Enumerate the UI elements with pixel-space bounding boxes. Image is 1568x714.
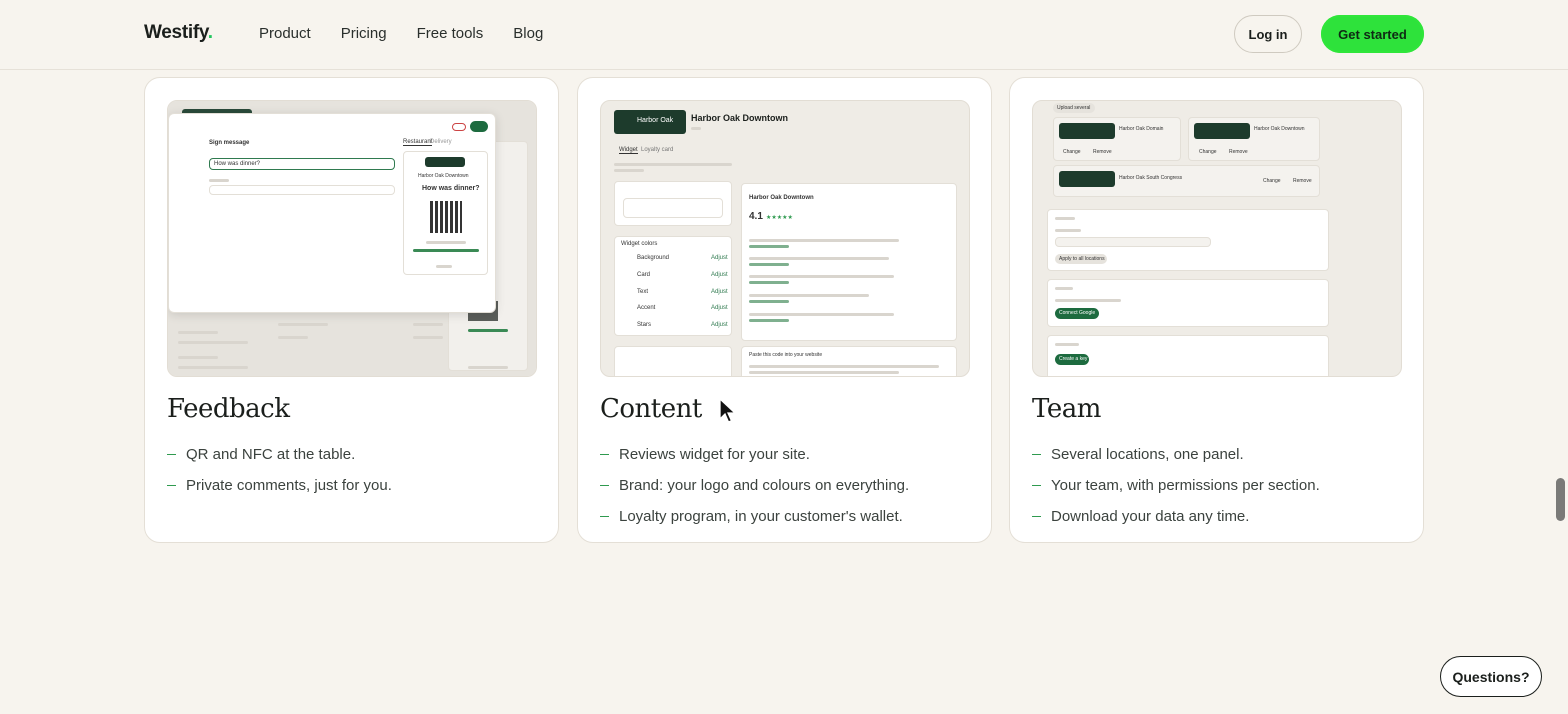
feature-list-team: Several locations, one panel. Your team,… (1032, 439, 1320, 532)
nav-blog[interactable]: Blog (513, 25, 543, 42)
preview-color-row: Text (637, 289, 649, 295)
nav-product[interactable]: Product (259, 25, 311, 42)
preview-adjust-link: Adjust (711, 289, 728, 295)
preview-location: Harbor Oak Downtown (1254, 126, 1305, 132)
dash-icon (1032, 454, 1041, 455)
list-item: Brand: your logo and colours on everythi… (600, 470, 909, 501)
nav-free-tools[interactable]: Free tools (417, 25, 484, 42)
site-header: Westify. Product Pricing Free tools Blog… (0, 0, 1568, 70)
dash-icon (1032, 516, 1041, 517)
dash-icon (600, 485, 609, 486)
preview-brand-title: Harbor Oak Downtown (691, 113, 789, 123)
list-item: Your team, with permissions per section. (1032, 470, 1320, 501)
preview-widget-brand: Harbor Oak Downtown (749, 195, 814, 201)
scrollbar-thumb[interactable] (1556, 478, 1565, 521)
preview-tab-restaurant: Restaurant (403, 139, 433, 146)
preview-change-button: Change (1199, 149, 1217, 155)
preview-remove-button: Remove (1093, 149, 1112, 155)
preview-create-button: Create a key (1059, 356, 1088, 362)
preview-widget-colors: Widget colors (621, 241, 658, 247)
card-title-content: Content (600, 394, 702, 424)
list-item: Download your data any time. (1032, 501, 1320, 532)
content-preview-image: Harbor Oak Harbor Oak Downtown Widget Lo… (600, 100, 970, 377)
star-rating-icon: ★★★★★ (766, 215, 793, 221)
preview-tab-loyalty: Loyalty card (641, 147, 674, 153)
preview-adjust-link: Adjust (711, 305, 728, 311)
preview-card-question: How was dinner? (422, 185, 480, 192)
team-preview-image: Upload several Harbor Oak Domain Change … (1032, 100, 1402, 377)
card-title-feedback: Feedback (167, 394, 290, 424)
preview-color-row: Stars (637, 322, 652, 328)
preview-color-row: Accent (637, 305, 656, 311)
qr-code-icon (430, 201, 462, 233)
preview-logo-text: Harbor Oak (637, 117, 674, 124)
preview-color-row: Card (637, 272, 651, 278)
preview-remove-button: Remove (1293, 178, 1312, 184)
feature-list-content: Reviews widget for your site. Brand: you… (600, 439, 909, 532)
preview-remove-button: Remove (1229, 149, 1248, 155)
feature-list-feedback: QR and NFC at the table. Private comment… (167, 439, 392, 501)
dash-icon (600, 516, 609, 517)
card-title-team: Team (1032, 394, 1101, 424)
preview-location: Harbor Oak Domain (1119, 126, 1164, 132)
main-nav: Product Pricing Free tools Blog (259, 25, 543, 42)
preview-color-row: Background (637, 255, 670, 261)
preview-tab-widget: Widget (619, 147, 638, 154)
preview-change-button: Change (1063, 149, 1081, 155)
preview-upload: Upload several (1057, 105, 1091, 111)
preview-sign-message: Sign message (209, 140, 250, 146)
dash-icon (167, 485, 176, 486)
feature-card-content: Harbor Oak Harbor Oak Downtown Widget Lo… (577, 77, 992, 543)
list-item: Private comments, just for you. (167, 470, 392, 501)
feature-card-feedback: Sign message How was dinner? Restaurant … (144, 77, 559, 543)
list-item: QR and NFC at the table. (167, 439, 392, 470)
nav-pricing[interactable]: Pricing (341, 25, 387, 42)
feature-card-team: Upload several Harbor Oak Domain Change … (1009, 77, 1424, 543)
preview-question-input: How was dinner? (214, 161, 261, 167)
preview-adjust-link: Adjust (711, 255, 728, 261)
feedback-preview-image: Sign message How was dinner? Restaurant … (167, 100, 537, 377)
dash-icon (1032, 485, 1041, 486)
list-item: Several locations, one panel. (1032, 439, 1320, 470)
preview-embed-label: Paste this code into your website (749, 352, 823, 358)
dash-icon (167, 454, 176, 455)
preview-location: Harbor Oak South Congress (1119, 175, 1183, 181)
dash-icon (600, 454, 609, 455)
preview-connect-button: Connect Google (1059, 310, 1096, 316)
preview-tab-delivery: Delivery (430, 139, 452, 145)
mouse-cursor-icon (719, 398, 737, 423)
preview-brand: Harbor Oak Downtown (418, 173, 469, 179)
list-item: Loyalty program, in your customer's wall… (600, 501, 909, 532)
questions-button[interactable]: Questions? (1440, 656, 1542, 697)
list-item: Reviews widget for your site. (600, 439, 909, 470)
login-button[interactable]: Log in (1234, 15, 1302, 53)
get-started-button[interactable]: Get started (1321, 15, 1424, 53)
preview-adjust-link: Adjust (711, 272, 728, 278)
preview-adjust-link: Adjust (711, 322, 728, 328)
logo[interactable]: Westify. (144, 22, 213, 44)
preview-change-button: Change (1263, 178, 1281, 184)
preview-rating: 4.1 (749, 211, 763, 222)
preview-apply-button: Apply to all locations (1059, 256, 1105, 262)
